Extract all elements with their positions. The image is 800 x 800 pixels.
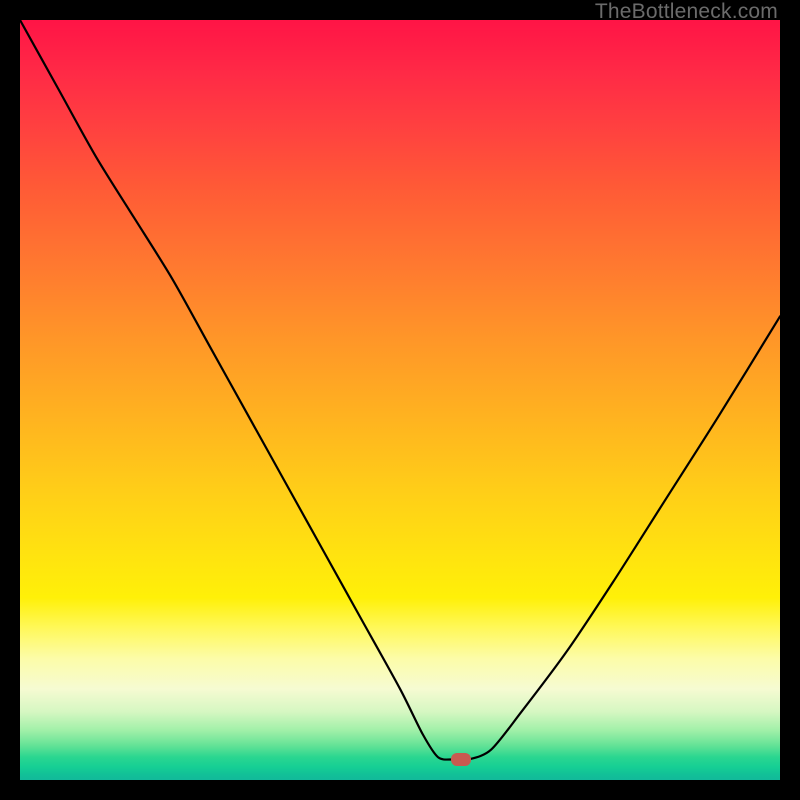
- plot-area: [20, 20, 780, 780]
- chart-frame: TheBottleneck.com: [0, 0, 800, 800]
- optimal-point-marker: [451, 753, 471, 766]
- bottleneck-curve: [20, 20, 780, 780]
